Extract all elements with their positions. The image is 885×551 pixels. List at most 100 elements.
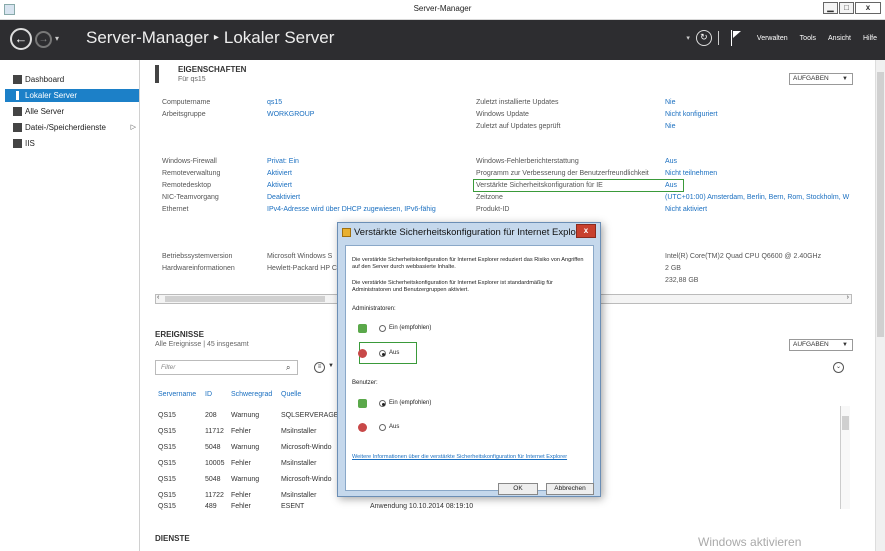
menu-hilfe[interactable]: Hilfe: [863, 35, 877, 42]
cell-server: QS15: [158, 492, 176, 499]
more-info-link[interactable]: Weitere Informationen über die verstärkt…: [352, 454, 577, 461]
menu-verwalten[interactable]: Verwalten: [757, 35, 788, 42]
prop-value-firewall[interactable]: Privat: Ein: [267, 158, 299, 165]
shield-green-icon: [358, 399, 367, 408]
cell-id: 5048: [205, 476, 221, 483]
events-filter-input[interactable]: Filter: [155, 360, 298, 375]
prop-value-remotedesktop[interactable]: Aktiviert: [267, 182, 292, 189]
filter-options-icon[interactable]: ≡: [314, 362, 325, 373]
scrollbar-thumb[interactable]: [842, 416, 849, 430]
prop-value-ie-esc[interactable]: Aus: [665, 182, 677, 189]
scrollbar-thumb[interactable]: [165, 296, 325, 302]
events-vertical-scrollbar[interactable]: [840, 406, 850, 509]
prop-value-windows-update[interactable]: Nicht konfiguriert: [665, 111, 718, 118]
dialog-title: Verstärkte Sicherheitskonfiguration für …: [354, 227, 579, 238]
prop-value-disk: 232,88 GB: [665, 277, 699, 284]
sidebar-item-label: Alle Server: [25, 107, 65, 116]
shield-red-icon: [358, 349, 367, 358]
cell-source: Microsoft-Windo: [281, 476, 332, 483]
prop-label: Zuletzt auf Updates geprüft: [476, 123, 561, 130]
admins-on-label[interactable]: Ein (empfohlen): [389, 325, 431, 331]
cell-server: QS15: [158, 460, 176, 467]
properties-tasks-dropdown[interactable]: AUFGABEN: [789, 73, 853, 85]
servers-icon: [13, 107, 22, 116]
column-header-quelle[interactable]: Quelle: [281, 391, 301, 398]
storage-icon: [13, 123, 22, 132]
sidebar-item-label: Dashboard: [25, 75, 65, 84]
prop-value-ceip[interactable]: Nicht teilnehmen: [665, 170, 717, 177]
maximize-button[interactable]: □: [839, 2, 854, 14]
cell-severity: Fehler: [231, 503, 251, 510]
close-button[interactable]: x: [855, 2, 881, 14]
filter-dropdown-icon[interactable]: ▼: [328, 363, 334, 369]
admins-off-label[interactable]: Aus: [389, 350, 399, 356]
iis-icon: [13, 139, 22, 148]
prop-value-last-updates[interactable]: Nie: [665, 99, 676, 106]
users-on-radio[interactable]: [379, 400, 386, 407]
cell-id: 10005: [205, 460, 225, 467]
main-vertical-scrollbar[interactable]: [875, 60, 885, 551]
prop-value-product-id[interactable]: Nicht aktiviert: [665, 206, 707, 213]
admins-on-radio[interactable]: [379, 325, 386, 332]
refresh-dropdown-icon[interactable]: ▾: [686, 34, 690, 42]
sidebar: Dashboard Lokaler Server Alle Server Dat…: [0, 60, 140, 551]
refresh-icon[interactable]: ↻: [695, 30, 712, 46]
search-icon[interactable]: ⌕: [286, 363, 290, 373]
sidebar-item-iis[interactable]: IIS: [5, 137, 139, 150]
shield-red-icon: [358, 423, 367, 432]
menu-ansicht[interactable]: Ansicht: [828, 35, 851, 42]
forward-arrow-icon[interactable]: →: [35, 31, 52, 48]
scroll-left-icon[interactable]: ‹: [157, 294, 159, 301]
events-tasks-dropdown[interactable]: AUFGABEN: [789, 339, 853, 351]
column-header-schweregrad[interactable]: Schweregrad: [231, 391, 272, 398]
back-arrow-icon[interactable]: ←: [10, 28, 32, 50]
prop-value-last-checked[interactable]: Nie: [665, 123, 676, 130]
cell-source: MsiInstaller: [281, 460, 317, 467]
sidebar-item-label: IIS: [25, 139, 35, 148]
cancel-button[interactable]: Abbrechen: [546, 483, 594, 495]
prop-value-os-version: Microsoft Windows S: [267, 253, 333, 260]
cell-severity: Fehler: [231, 492, 251, 499]
prop-value-ethernet[interactable]: IPv4-Adresse wird über DHCP zugewiesen, …: [267, 206, 436, 213]
prop-value-error-reporting[interactable]: Aus: [665, 158, 677, 165]
notifications-flag-icon[interactable]: [729, 30, 743, 46]
prop-label: Remotedesktop: [162, 182, 212, 189]
breadcrumb-root[interactable]: Server-Manager: [86, 28, 209, 47]
cell-source: MsiInstaller: [281, 428, 317, 435]
scrollbar-thumb[interactable]: [877, 72, 884, 337]
breadcrumb: Server-Manager ▸ Lokaler Server: [86, 28, 334, 48]
breadcrumb-separator-icon: ▸: [213, 32, 219, 43]
users-off-label[interactable]: Aus: [389, 424, 399, 430]
sidebar-item-lokaler-server[interactable]: Lokaler Server: [5, 89, 139, 102]
cell-source: Microsoft-Windo: [281, 444, 332, 451]
admins-off-highlight: [359, 342, 417, 364]
cell-log-and-date: Anwendung 10.10.2014 08:19:10: [370, 503, 474, 510]
menu-tools[interactable]: Tools: [800, 35, 816, 42]
prop-value-remoteverwaltung[interactable]: Aktiviert: [267, 170, 292, 177]
prop-label: Betriebssystemversion: [162, 253, 233, 260]
column-header-servername[interactable]: Servername: [158, 391, 196, 398]
ok-button[interactable]: OK: [498, 483, 538, 495]
sidebar-item-alle-server[interactable]: Alle Server: [5, 105, 139, 118]
scroll-right-icon[interactable]: ›: [847, 294, 849, 301]
expand-icon[interactable]: ⌄: [833, 362, 844, 373]
users-off-radio[interactable]: [379, 424, 386, 431]
column-header-id[interactable]: ID: [205, 391, 212, 398]
cell-id: 5048: [205, 444, 221, 451]
prop-value-nic-teaming[interactable]: Deaktiviert: [267, 194, 300, 201]
expand-arrow-icon[interactable]: ▷: [131, 121, 136, 134]
prop-label: Zuletzt installierte Updates: [476, 99, 559, 106]
sidebar-item-datei-speicherdienste[interactable]: Datei-/Speicherdienste ▷: [5, 121, 139, 134]
prop-value-timezone[interactable]: (UTC+01:00) Amsterdam, Berlin, Bern, Rom…: [665, 194, 849, 201]
sidebar-item-dashboard[interactable]: Dashboard: [5, 73, 139, 86]
users-on-label[interactable]: Ein (empfohlen): [389, 400, 431, 406]
minimize-button[interactable]: ▁: [823, 2, 838, 14]
prop-value-arbeitsgruppe[interactable]: WORKGROUP: [267, 111, 314, 118]
dialog-close-button[interactable]: x: [576, 224, 596, 238]
admins-label: Administratoren:: [352, 306, 396, 312]
admins-off-radio[interactable]: [379, 350, 386, 357]
prop-value-computername[interactable]: qs15: [267, 99, 282, 106]
properties-section-icon: [155, 65, 159, 83]
prop-value-ram: 2 GB: [665, 265, 681, 272]
history-dropdown-icon[interactable]: ▾: [55, 34, 59, 43]
